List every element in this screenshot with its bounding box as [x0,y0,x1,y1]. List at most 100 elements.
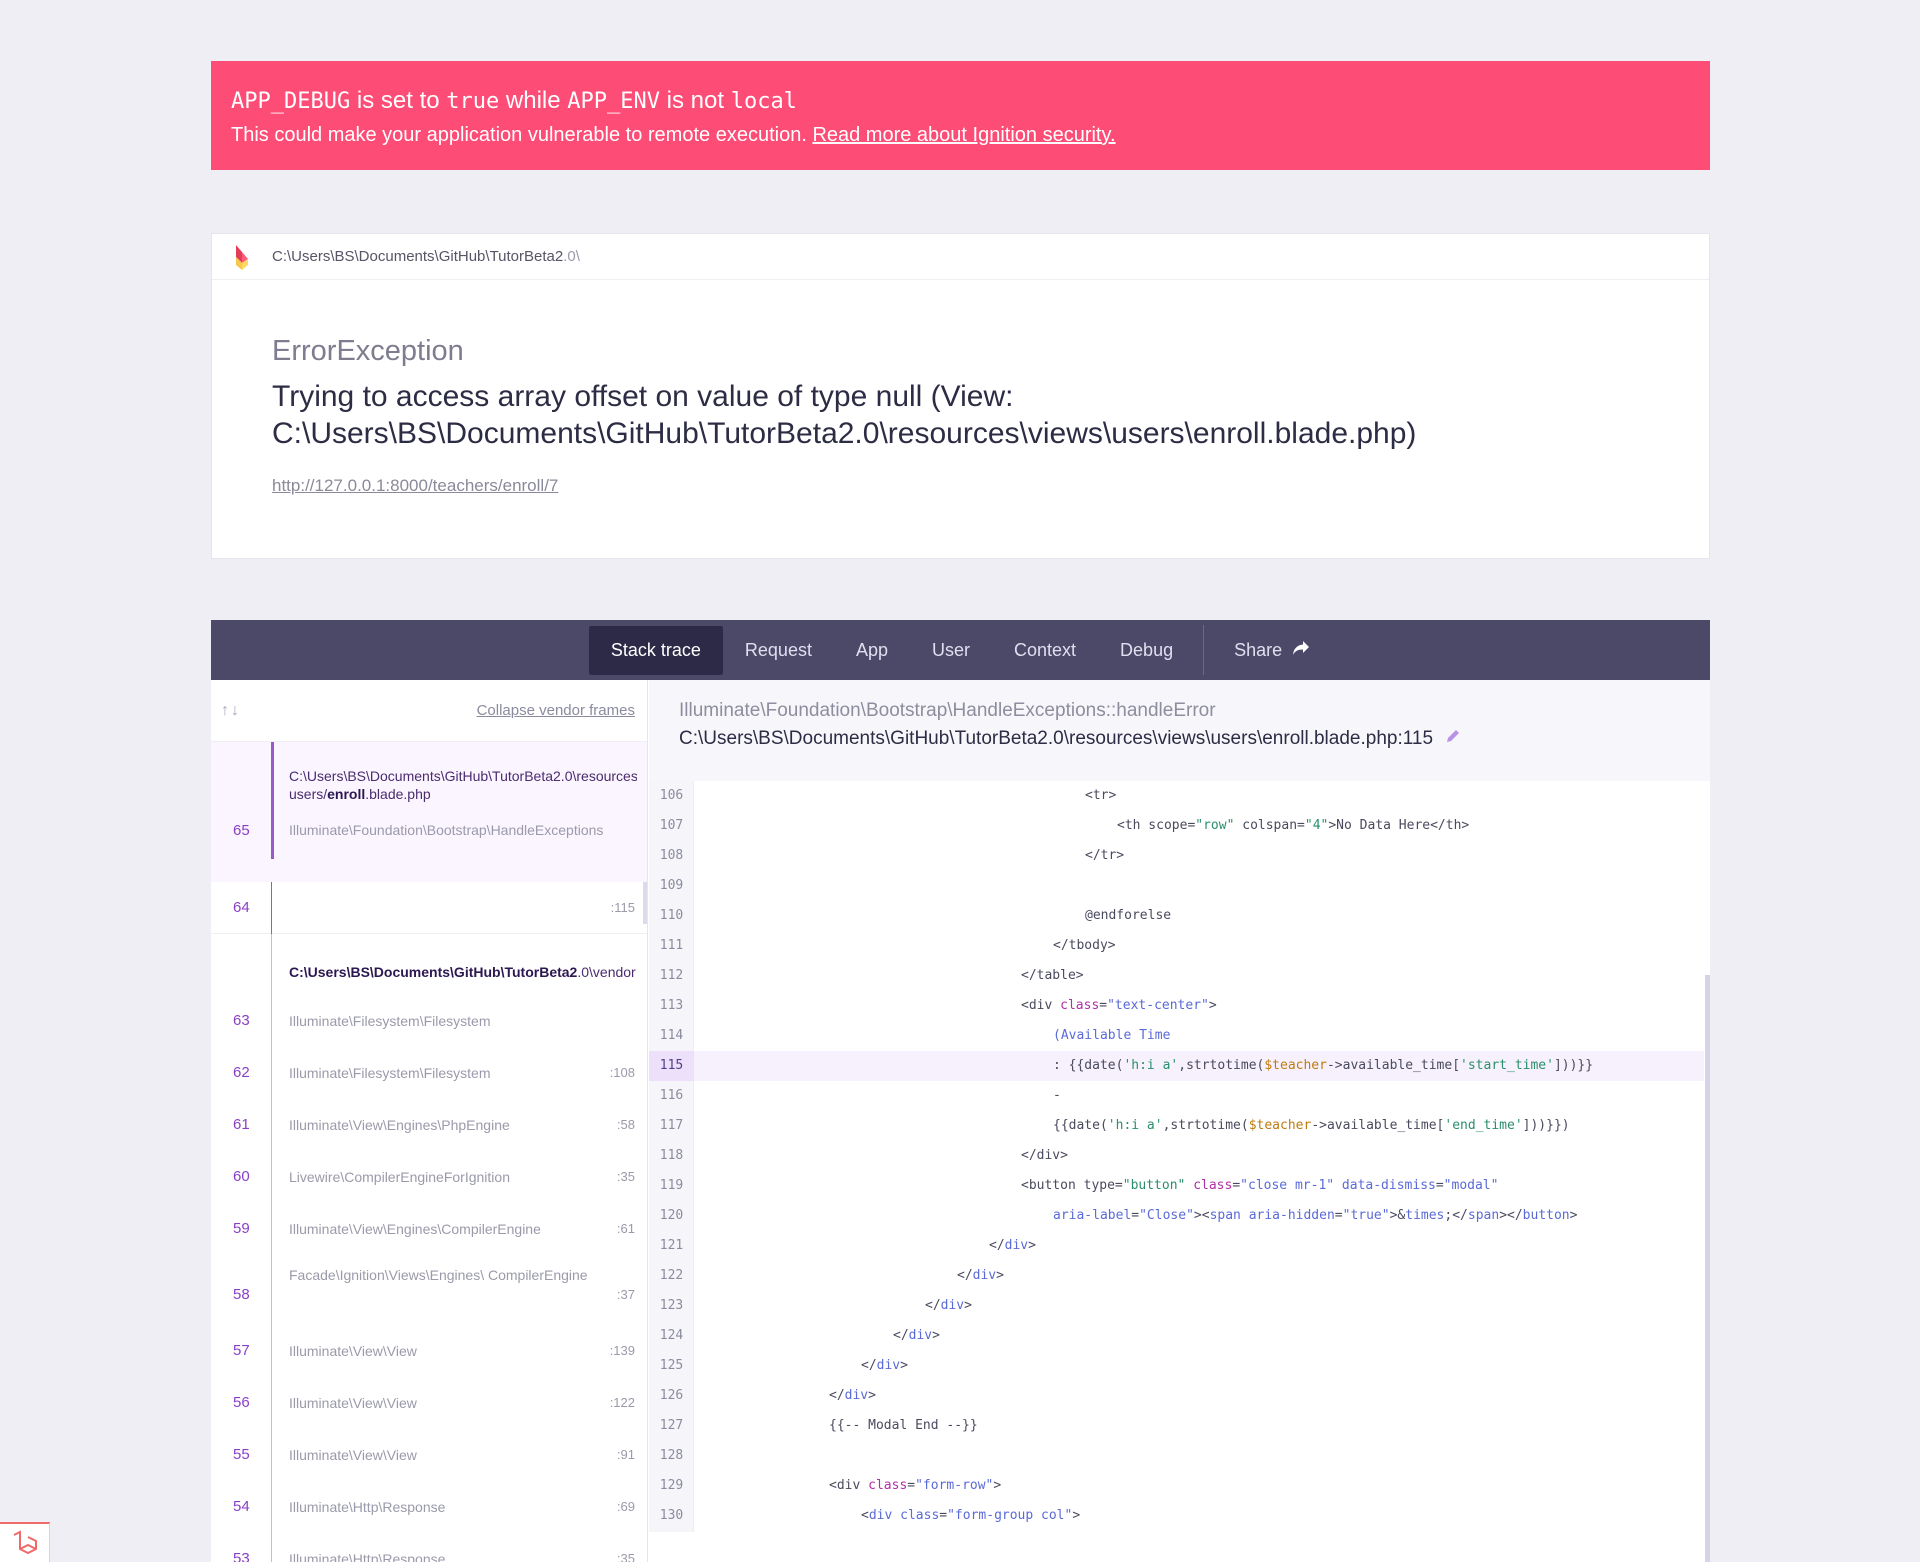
line-number[interactable]: 124 [649,1321,694,1351]
request-url-link[interactable]: http://127.0.0.1:8000/teachers/enroll/7 [272,476,558,496]
code-text: @endforelse [1085,908,1172,923]
code-text: <div class="form-row"> [829,1478,1002,1493]
env-var: APP_ENV [567,89,660,114]
code-lines: 106 <tr> 107 <th scope="row" colspan="4">No… [649,781,1704,1562]
tab-context[interactable]: Context [992,626,1098,675]
frame-item[interactable]: 57 Illuminate\View\View:139 [211,1326,647,1378]
frame-item[interactable]: 53 Illuminate\Http\Response:35 [211,1534,647,1562]
code-text: </div> [1021,1148,1068,1163]
code-text: </div> [893,1328,940,1343]
tab-request[interactable]: Request [723,626,834,675]
line-number[interactable]: 122 [649,1261,694,1291]
debug-panel: Stack trace Request App User Context Deb… [211,620,1710,1562]
line-number[interactable]: 108 [649,841,694,871]
line-number[interactable]: 110 [649,901,694,931]
code-text: </div> [989,1238,1036,1253]
line-number[interactable]: 117 [649,1111,694,1141]
frame-item[interactable]: 64 :115 [211,882,647,934]
line-number[interactable]: 127 [649,1411,694,1441]
frame-line-number: :139 [609,1343,635,1358]
line-number[interactable]: 113 [649,991,694,1021]
exception-class: ErrorException [272,335,464,367]
line-number[interactable]: 129 [649,1471,694,1501]
code-text: </div> [925,1298,972,1313]
frame-class: Illuminate\Http\Response [289,1551,446,1562]
vendor-frame-list: 63 Illuminate\Filesystem\Filesystem 62 Illu… [211,996,647,1562]
frame-class: Illuminate\View\View [289,1395,417,1411]
project-path: C:\Users\BS\Documents\GitHub\TutorBeta2.… [272,248,580,265]
frame-connector [271,1256,272,1326]
frame-file-path: C:\Users\BS\Documents\GitHub\TutorBeta2.… [679,728,1680,750]
frame-item[interactable]: 58 Facade\Ignition\Views\Engines\ Compile… [211,1256,647,1326]
frame-connector [271,1204,272,1256]
code-text: {{date('h:i a',strtotime($teacher->avail… [1053,1118,1570,1133]
share-button[interactable]: Share [1212,626,1332,675]
line-number[interactable]: 119 [649,1171,694,1201]
line-number[interactable]: 120 [649,1201,694,1231]
exception-card: C:\Users\BS\Documents\GitHub\TutorBeta2.… [211,233,1710,559]
code-line: 118 </div> [649,1141,1704,1171]
line-number[interactable]: 125 [649,1351,694,1381]
line-number[interactable]: 114 [649,1021,694,1051]
exception-message-line: Trying to access array offset on value o… [272,380,1014,413]
code-line: 117 {{date('h:i a',strtotime($teacher->av… [649,1111,1704,1141]
vendor-path-rest: .0\vendor [577,964,636,980]
share-label: Share [1234,639,1283,660]
frame-number: 55 [233,1446,250,1463]
line-number[interactable]: 115 [649,1051,694,1081]
laravel-logo-icon[interactable] [0,1522,50,1562]
code-scrollbar[interactable] [1705,975,1710,1562]
line-number[interactable]: 130 [649,1501,694,1531]
line-number[interactable]: 121 [649,1231,694,1261]
frame-file-path-text: C:\Users\BS\Documents\GitHub\TutorBeta2.… [679,728,1434,749]
frame-item[interactable]: 63 Illuminate\Filesystem\Filesystem [211,996,647,1048]
frame-item[interactable]: 54 Illuminate\Http\Response:69 [211,1482,647,1534]
code-text: <div class="form-group col"> [861,1508,1081,1523]
edit-pencil-icon[interactable] [1445,728,1461,750]
line-number[interactable]: 112 [649,961,694,991]
code-line: 110 @endforelse [649,901,1704,931]
project-path-main: C:\Users\BS\Documents\GitHub\TutorBeta2 [272,248,564,265]
code-header: Illuminate\Foundation\Bootstrap\HandleEx… [649,680,1710,781]
frame-number: 57 [233,1342,250,1359]
frame-item-selected[interactable]: C:\Users\BS\Documents\GitHub\TutorBeta2.… [211,742,647,882]
frame-item[interactable]: 62 Illuminate\Filesystem\Filesystem:108 [211,1048,647,1100]
vendor-frames-group[interactable]: C:\Users\BS\Documents\GitHub\TutorBeta2.… [211,934,647,996]
code-line: 129 <div class="form-row"> [649,1471,1704,1501]
frame-nav-arrows-icon[interactable]: ↑↓ [221,702,241,720]
line-number[interactable]: 126 [649,1381,694,1411]
line-number[interactable]: 128 [649,1441,694,1471]
local-value: local [730,89,797,114]
line-number[interactable]: 118 [649,1141,694,1171]
frame-file-dir: users/ [289,786,328,802]
frame-line-number: :61 [616,1221,635,1236]
line-number[interactable]: 107 [649,811,694,841]
frame-class: Illuminate\View\Engines\PhpEngine [289,1117,510,1133]
tab-debug[interactable]: Debug [1098,626,1195,675]
line-number[interactable]: 106 [649,781,694,811]
line-number[interactable]: 109 [649,871,694,901]
frame-item[interactable]: 56 Illuminate\View\View:122 [211,1378,647,1430]
tab-stack-trace[interactable]: Stack trace [588,625,723,675]
frame-connector [271,1326,272,1378]
frame-connector [271,934,272,996]
frame-file-ext: .blade.php [365,786,431,802]
tab-user[interactable]: User [910,626,992,675]
tab-app[interactable]: App [834,626,910,675]
frame-item[interactable]: 61 Illuminate\View\Engines\PhpEngine:58 [211,1100,647,1152]
ignition-security-link[interactable]: Read more about Ignition security. [812,124,1115,146]
line-number[interactable]: 116 [649,1081,694,1111]
line-number[interactable]: 111 [649,931,694,961]
frame-line-number: :37 [616,1287,635,1302]
code-line: 114 (Available Time [649,1021,1704,1051]
frame-connector [271,1430,272,1482]
security-warning-banner: APP_DEBUG is set to true while APP_ENV i… [211,61,1710,170]
code-line: 127 {{-- Modal End --}} [649,1411,1704,1441]
frame-item[interactable]: 59 Illuminate\View\Engines\CompilerEngine… [211,1204,647,1256]
frame-item[interactable]: 55 Illuminate\View\View:91 [211,1430,647,1482]
frame-item[interactable]: 60 Livewire\CompilerEngineForIgnition:35 [211,1152,647,1204]
frame-class: Illuminate\View\View [289,1447,417,1463]
exception-message-line: C:\Users\BS\Documents\GitHub\TutorBeta2.… [272,417,1417,450]
collapse-vendor-frames-button[interactable]: Collapse vendor frames [477,702,635,719]
line-number[interactable]: 123 [649,1291,694,1321]
